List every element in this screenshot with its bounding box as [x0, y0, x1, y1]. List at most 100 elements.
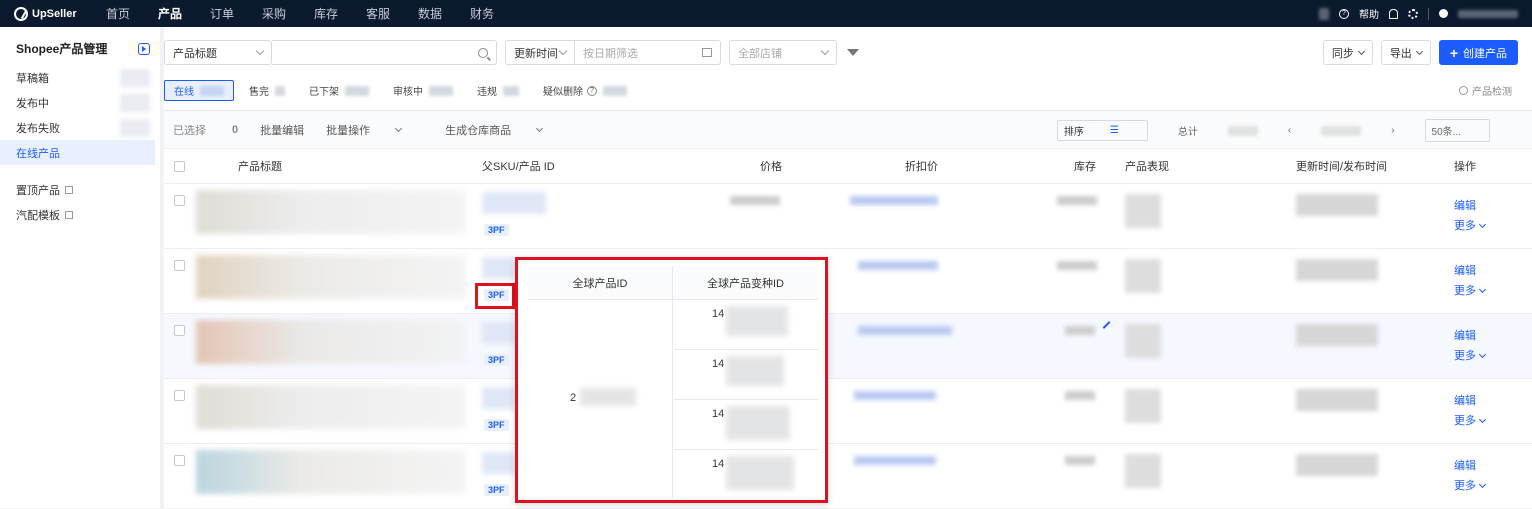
user-icon[interactable] — [1439, 9, 1448, 18]
nav-inventory[interactable]: 库存 — [300, 5, 352, 22]
tag-3pf[interactable]: 3PF — [484, 354, 509, 366]
tab-delisted[interactable]: 已下架 — [300, 80, 378, 101]
more-dropdown[interactable]: 更多 — [1454, 411, 1487, 431]
bulk-operations-dropdown[interactable]: 批量操作 — [326, 122, 423, 138]
tag-3pf[interactable]: 3PF — [484, 484, 509, 496]
edit-link[interactable]: 编辑 — [1454, 326, 1485, 346]
main-nav: 首页 产品 订单 采购 库存 客服 数据 财务 — [92, 5, 508, 22]
row-checkbox[interactable] — [174, 390, 185, 401]
tab-sold-out[interactable]: 售完 — [240, 80, 294, 101]
sidebar-item-online-products[interactable]: 在线产品 — [0, 140, 155, 165]
nav-purchase[interactable]: 采购 — [248, 5, 300, 22]
date-filter-input[interactable]: 按日期筛选 — [575, 40, 721, 65]
filter-icon[interactable] — [847, 49, 859, 56]
nav-data[interactable]: 数据 — [404, 5, 456, 22]
tab-label: 疑似删除 — [543, 87, 583, 98]
create-product-button[interactable]: + 创建产品 — [1438, 40, 1518, 65]
col-discount[interactable]: 折扣价 — [905, 158, 938, 174]
more-dropdown[interactable]: 更多 — [1454, 476, 1487, 496]
search-field-select[interactable]: 产品标题 — [164, 40, 272, 65]
more-dropdown[interactable]: 更多 — [1454, 346, 1487, 366]
product-thumbnail[interactable] — [196, 385, 466, 429]
row-actions: 编辑 更多 — [1454, 196, 1487, 236]
row-checkbox[interactable] — [174, 260, 185, 271]
select-all-checkbox[interactable] — [174, 161, 185, 172]
user-name[interactable] — [1458, 9, 1518, 18]
edit-link[interactable]: 编辑 — [1454, 456, 1485, 476]
store-select[interactable]: 全部店铺 — [729, 40, 837, 65]
product-thumbnail[interactable] — [196, 450, 466, 494]
edit-link[interactable]: 编辑 — [1454, 261, 1485, 281]
time-field-select[interactable]: 更新时间 — [505, 40, 575, 65]
generate-warehouse-items-dropdown[interactable]: 生成仓库商品 — [445, 122, 564, 138]
search-icon[interactable] — [478, 47, 488, 58]
tab-count — [429, 85, 453, 96]
page-size-select[interactable]: 50条... — [1424, 119, 1490, 142]
sort-button[interactable]: 排序 ☰ — [1056, 120, 1148, 141]
main-content: 产品标题 更新时间 按日期筛选 全部店铺 同步 导出 + 创建产品 在线 售完 已… — [164, 27, 1532, 509]
more-label: 更多 — [1454, 285, 1476, 297]
page-size-value: 50条... — [1431, 127, 1461, 138]
help-icon[interactable]: ? — [587, 85, 597, 96]
tab-count — [603, 85, 627, 96]
help-link[interactable]: 帮助 — [1359, 6, 1379, 21]
sidebar-item-publish-failed[interactable]: 发布失败 — [0, 115, 160, 140]
help-icon[interactable]: ? — [1339, 8, 1349, 19]
tab-violation[interactable]: 违规 — [468, 80, 528, 101]
product-thumbnail[interactable] — [196, 255, 466, 299]
product-check-link[interactable]: 产品检测 — [1459, 83, 1512, 98]
tab-suspected-deleted[interactable]: 疑似删除? — [534, 80, 636, 101]
check-icon — [1459, 86, 1468, 95]
col-stock[interactable]: 库存 — [1074, 158, 1096, 174]
global-id-table: 全球产品ID 全球产品变种ID 2 14 14 14 14 — [528, 266, 818, 498]
sidebar-item-publishing[interactable]: 发布中 — [0, 90, 160, 115]
next-page-icon[interactable]: › — [1391, 125, 1394, 136]
performance-value — [1125, 454, 1161, 488]
more-dropdown[interactable]: 更多 — [1454, 216, 1487, 236]
variant-id-redacted — [726, 456, 794, 490]
tab-under-review[interactable]: 审核中 — [384, 80, 462, 101]
global-product-id: 2 — [570, 392, 576, 404]
tag-3pf[interactable]: 3PF — [484, 224, 509, 236]
row-checkbox[interactable] — [174, 195, 185, 206]
edit-link[interactable]: 编辑 — [1454, 196, 1485, 216]
brand-logo[interactable]: UpSeller — [0, 6, 92, 21]
edit-stock-icon[interactable] — [1102, 321, 1111, 329]
gear-icon[interactable] — [1408, 8, 1418, 19]
tab-count — [503, 85, 519, 96]
row-checkbox[interactable] — [174, 455, 185, 466]
edit-link[interactable]: 编辑 — [1454, 391, 1485, 411]
prev-page-icon[interactable]: ‹ — [1288, 125, 1291, 136]
performance-value — [1125, 194, 1161, 228]
sidebar-item-pinned-products[interactable]: 置顶产品 — [0, 177, 160, 202]
search-input[interactable] — [272, 40, 497, 65]
nav-finance[interactable]: 财务 — [456, 5, 508, 22]
sync-button[interactable]: 同步 — [1322, 40, 1373, 65]
sync-label: 同步 — [1331, 47, 1354, 60]
logo-icon — [14, 6, 28, 21]
selected-label: 已选择 — [173, 124, 206, 137]
total-count — [1227, 125, 1258, 136]
product-thumbnail[interactable] — [196, 320, 466, 364]
col-time[interactable]: 更新时间/发布时间 — [1296, 158, 1387, 174]
more-dropdown[interactable]: 更多 — [1454, 281, 1487, 301]
col-performance[interactable]: 产品表现 — [1125, 158, 1169, 174]
collapse-sidebar-icon[interactable] — [138, 42, 150, 55]
nav-customer-service[interactable]: 客服 — [352, 5, 404, 22]
export-button[interactable]: 导出 — [1380, 40, 1431, 65]
tab-label: 审核中 — [393, 87, 423, 98]
tag-3pf[interactable]: 3PF — [484, 419, 509, 431]
sidebar-item-drafts[interactable]: 草稿箱 — [0, 65, 160, 90]
nav-orders[interactable]: 订单 — [196, 5, 248, 22]
product-thumbnail[interactable] — [196, 190, 466, 234]
tab-label: 售完 — [249, 87, 269, 98]
nav-products[interactable]: 产品 — [144, 5, 196, 22]
nav-home[interactable]: 首页 — [92, 5, 144, 22]
bell-icon[interactable] — [1389, 8, 1398, 19]
time-value — [1296, 194, 1378, 216]
sidebar-item-auto-parts-template[interactable]: 汽配模板 — [0, 202, 160, 227]
row-checkbox[interactable] — [174, 325, 185, 336]
bulk-edit-button[interactable]: 批量编辑 — [260, 122, 304, 138]
stock-value — [1065, 391, 1095, 400]
tab-online[interactable]: 在线 — [164, 80, 234, 101]
